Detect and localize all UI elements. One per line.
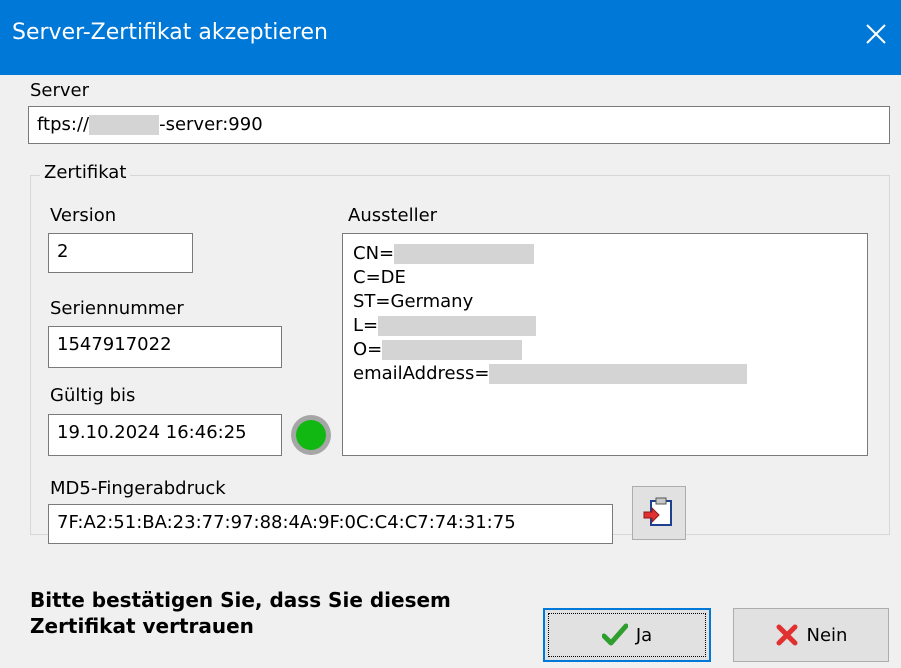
certificate-group-title: Zertifikat [40, 162, 131, 183]
clipboard-paste-icon [643, 497, 672, 526]
version-field[interactable]: 2 [48, 233, 193, 273]
window-title: Server-Zertifikat akzeptieren [12, 20, 328, 45]
redacted-l [378, 316, 537, 336]
server-label: Server [30, 80, 90, 101]
status-light [296, 420, 326, 450]
checkmark-icon [601, 623, 628, 646]
issuer-line-l: L= [353, 314, 857, 338]
issuer-line-cn: CN= [353, 242, 857, 266]
server-field[interactable]: ftps:// -server:990 [28, 106, 890, 144]
server-suffix: -server:990 [159, 114, 263, 135]
issuer-line-st: ST=Germany [353, 291, 474, 312]
yes-button[interactable]: Ja [543, 608, 711, 662]
issuer-label: Aussteller [348, 205, 438, 226]
no-button-label: Nein [806, 624, 848, 646]
validity-status-indicator [291, 415, 331, 455]
fingerprint-label: MD5-Fingerabdruck [50, 478, 226, 499]
title-bar: Server-Zertifikat akzeptieren [0, 0, 901, 75]
redacted-cn [394, 244, 535, 264]
confirmation-prompt: Bitte bestätigen Sie, dass Sie diesem Ze… [30, 588, 451, 638]
valid-until-label: Gültig bis [50, 385, 136, 406]
x-cross-icon [776, 624, 798, 646]
yes-button-label: Ja [635, 624, 653, 646]
redacted-host [89, 115, 160, 135]
issuer-line-email: emailAddress= [353, 362, 857, 386]
serial-field[interactable]: 1547917022 [48, 326, 282, 368]
redacted-o [382, 340, 523, 360]
no-button[interactable]: Nein [733, 608, 889, 662]
close-icon [866, 24, 886, 44]
server-prefix: ftps:// [37, 114, 90, 135]
redacted-email [489, 364, 748, 384]
fingerprint-field[interactable]: 7F:A2:51:BA:23:77:97:88:4A:9F:0C:C4:C7:7… [48, 504, 613, 544]
issuer-line-c: C=DE [353, 267, 406, 288]
issuer-textarea[interactable]: CN= C=DE ST=Germany L= O= emailAddress= [342, 233, 868, 456]
version-label: Version [50, 205, 117, 226]
valid-until-field[interactable]: 19.10.2024 16:46:25 [48, 414, 282, 456]
copy-fingerprint-button[interactable] [632, 486, 686, 540]
close-button[interactable] [851, 14, 901, 64]
issuer-line-o: O= [353, 338, 857, 362]
serial-label: Seriennummer [50, 298, 184, 319]
